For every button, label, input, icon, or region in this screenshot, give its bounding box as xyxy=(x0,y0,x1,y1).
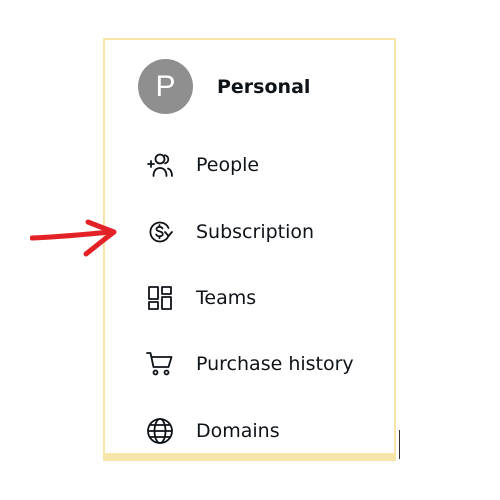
menu-item-teams[interactable]: Teams xyxy=(145,282,256,314)
shopping-cart-icon xyxy=(145,349,175,379)
menu-item-people[interactable]: People xyxy=(145,149,259,181)
account-name: Personal xyxy=(217,75,311,98)
subscription-icon xyxy=(145,217,175,247)
menu-item-label: Purchase history xyxy=(196,353,354,375)
menu-item-purchase-history[interactable]: Purchase history xyxy=(145,348,354,380)
menu-item-domains[interactable]: Domains xyxy=(145,415,280,447)
menu-item-label: Subscription xyxy=(196,221,315,243)
menu-item-subscription[interactable]: Subscription xyxy=(145,216,314,248)
menu-item-label: Teams xyxy=(196,287,257,309)
menu-item-label: Domains xyxy=(196,420,280,442)
account-header[interactable]: P Personal xyxy=(138,59,310,114)
red-arrow-annotation xyxy=(30,219,117,257)
teams-grid-icon xyxy=(145,283,175,313)
globe-icon xyxy=(145,416,175,446)
avatar-initial: P xyxy=(155,69,176,103)
text-cursor xyxy=(399,430,400,459)
avatar: P xyxy=(138,59,193,114)
account-menu-panel: P Personal People Subscription Teams Pur… xyxy=(103,38,396,461)
add-people-icon xyxy=(145,150,175,180)
menu-item-label: People xyxy=(196,154,260,176)
